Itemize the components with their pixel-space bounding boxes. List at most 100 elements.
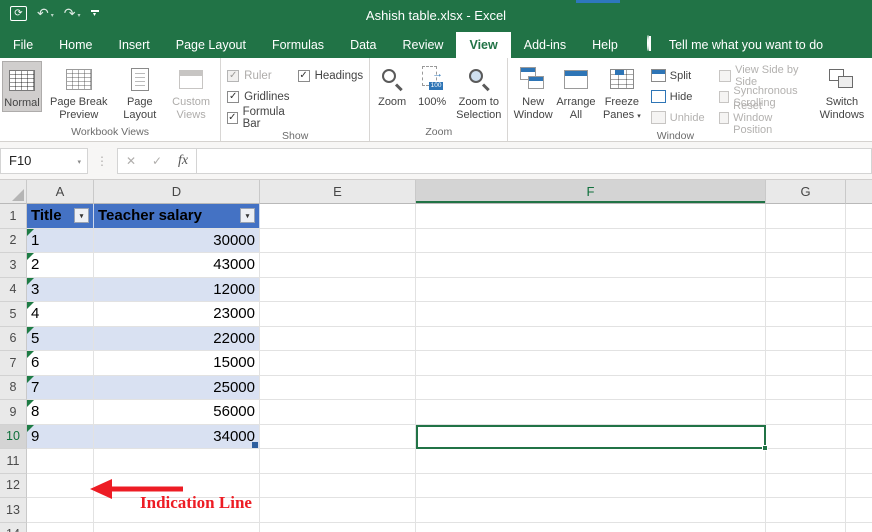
split-button[interactable]: Split — [648, 65, 708, 86]
cell-a5[interactable]: 4 — [27, 302, 94, 327]
filter-dropdown-icon[interactable]: ▾ — [74, 208, 89, 223]
column-header-a[interactable]: A — [27, 180, 94, 204]
cell-d4[interactable]: 12000 — [94, 278, 260, 303]
tab-data[interactable]: Data — [337, 32, 389, 58]
lightbulb-icon — [647, 36, 661, 54]
cancel-icon[interactable]: ✕ — [118, 154, 144, 168]
column-header-e[interactable]: E — [260, 180, 416, 204]
column-header-d[interactable]: D — [94, 180, 260, 204]
headings-checkbox[interactable]: ✓ Headings — [294, 65, 368, 86]
active-cell-selection[interactable] — [416, 425, 766, 450]
tab-page-layout[interactable]: Page Layout — [163, 32, 259, 58]
cell-a3[interactable]: 2 — [27, 253, 94, 278]
formula-bar-checkbox[interactable]: ✓ Formula Bar — [223, 107, 293, 128]
cell-a4[interactable]: 3 — [27, 278, 94, 303]
column-header-partial[interactable] — [846, 180, 872, 204]
ribbon: Normal Page Break Preview Page Layout Cu… — [0, 58, 872, 142]
checkbox-icon[interactable]: ✓ — [298, 70, 310, 82]
tab-file[interactable]: File — [0, 32, 46, 58]
tab-add-ins[interactable]: Add-ins — [511, 32, 579, 58]
ribbon-tab-row: File Home Insert Page Layout Formulas Da… — [0, 32, 872, 58]
row-header-7[interactable]: 7 — [0, 351, 27, 376]
cell-d7[interactable]: 15000 — [94, 351, 260, 376]
new-window-button[interactable]: New Window — [510, 61, 556, 123]
hide-button[interactable]: Hide — [648, 86, 708, 107]
row-header-5[interactable]: 5 — [0, 302, 27, 327]
row-header-11[interactable]: 11 — [0, 449, 27, 474]
custom-views-icon — [179, 64, 203, 94]
insert-function-icon[interactable]: fx — [170, 153, 196, 169]
group-label-workbook-views: Workbook Views — [2, 124, 218, 141]
zoom-to-selection-button[interactable]: Zoom to Selection — [452, 61, 505, 123]
formula-bar-grip-icon: ⋮ — [88, 154, 117, 168]
fill-handle[interactable] — [762, 445, 768, 451]
cell-d10[interactable]: 34000 — [94, 425, 260, 450]
cell-a10[interactable]: 9 — [27, 425, 94, 450]
formula-input[interactable] — [197, 148, 872, 174]
row-11: 11 — [0, 449, 872, 474]
split-icon — [651, 69, 666, 82]
zoom-100-button[interactable]: →100 100% — [412, 61, 452, 110]
cell-d6[interactable]: 22000 — [94, 327, 260, 352]
tab-insert[interactable]: Insert — [106, 32, 163, 58]
cell-f1[interactable] — [416, 204, 766, 229]
cell-a8[interactable]: 7 — [27, 376, 94, 401]
tab-formulas[interactable]: Formulas — [259, 32, 337, 58]
formula-bar-buttons: ✕ ✓ fx — [117, 148, 197, 174]
switch-windows-button[interactable]: Switch Windows — [814, 61, 870, 123]
row-header-4[interactable]: 4 — [0, 278, 27, 303]
cell-d1[interactable]: Teacher salary ▾ — [94, 204, 260, 229]
tab-help[interactable]: Help — [579, 32, 631, 58]
checkbox-icon[interactable]: ✓ — [227, 112, 237, 124]
cell-d9[interactable]: 56000 — [94, 400, 260, 425]
name-box[interactable]: F10 ▾ — [0, 148, 88, 174]
cell-a9[interactable]: 8 — [27, 400, 94, 425]
row-header-9[interactable]: 9 — [0, 400, 27, 425]
enter-icon[interactable]: ✓ — [144, 154, 170, 168]
cell-d3[interactable]: 43000 — [94, 253, 260, 278]
tab-home[interactable]: Home — [46, 32, 105, 58]
page-break-preview-button[interactable]: Page Break Preview — [42, 61, 116, 123]
column-header-g[interactable]: G — [766, 180, 846, 204]
cell-g1[interactable] — [766, 204, 846, 229]
row-header-8[interactable]: 8 — [0, 376, 27, 401]
tell-me-box[interactable]: Tell me what you want to do — [647, 32, 823, 58]
filter-dropdown-icon[interactable]: ▾ — [240, 208, 255, 223]
arrange-all-icon — [564, 64, 588, 94]
cell-d5[interactable]: 23000 — [94, 302, 260, 327]
cell-a1[interactable]: Title ▾ — [27, 204, 94, 229]
cell-e1[interactable] — [260, 204, 416, 229]
row-9: 9 8 56000 — [0, 400, 872, 425]
cell-a7[interactable]: 6 — [27, 351, 94, 376]
column-header-f[interactable]: F — [416, 180, 766, 204]
row-header-12[interactable]: 12 — [0, 474, 27, 499]
row-header-3[interactable]: 3 — [0, 253, 27, 278]
row-header-1[interactable]: 1 — [0, 204, 27, 229]
name-box-dropdown-icon[interactable]: ▾ — [77, 158, 81, 166]
checkbox-icon[interactable]: ✓ — [227, 91, 239, 103]
row-header-14[interactable]: 14 — [0, 523, 27, 532]
hide-icon — [651, 90, 666, 103]
cell-a2[interactable]: 1 — [27, 229, 94, 254]
freeze-panes-dropdown-icon[interactable]: ▾ — [637, 113, 641, 120]
row-header-2[interactable]: 2 — [0, 229, 27, 254]
switch-windows-icon — [829, 64, 855, 94]
row-header-13[interactable]: 13 — [0, 498, 27, 523]
normal-view-button[interactable]: Normal — [2, 61, 42, 112]
page-layout-view-button[interactable]: Page Layout — [116, 61, 165, 123]
cell-d2[interactable]: 30000 — [94, 229, 260, 254]
row-header-10[interactable]: 10 — [0, 425, 27, 450]
zoom-icon — [380, 64, 404, 94]
freeze-panes-button[interactable]: Freeze Panes ▾ — [596, 61, 648, 123]
tab-view[interactable]: View — [456, 32, 510, 58]
select-all-button[interactable] — [0, 180, 27, 204]
new-window-icon — [520, 64, 546, 94]
tab-review[interactable]: Review — [389, 32, 456, 58]
arrange-all-button[interactable]: Arrange All — [556, 61, 596, 123]
cell-a6[interactable]: 5 — [27, 327, 94, 352]
table-resize-handle[interactable] — [252, 442, 258, 448]
row-header-6[interactable]: 6 — [0, 327, 27, 352]
zoom-button[interactable]: Zoom — [372, 61, 412, 110]
cell-d8[interactable]: 25000 — [94, 376, 260, 401]
gridlines-checkbox[interactable]: ✓ Gridlines — [223, 86, 293, 107]
